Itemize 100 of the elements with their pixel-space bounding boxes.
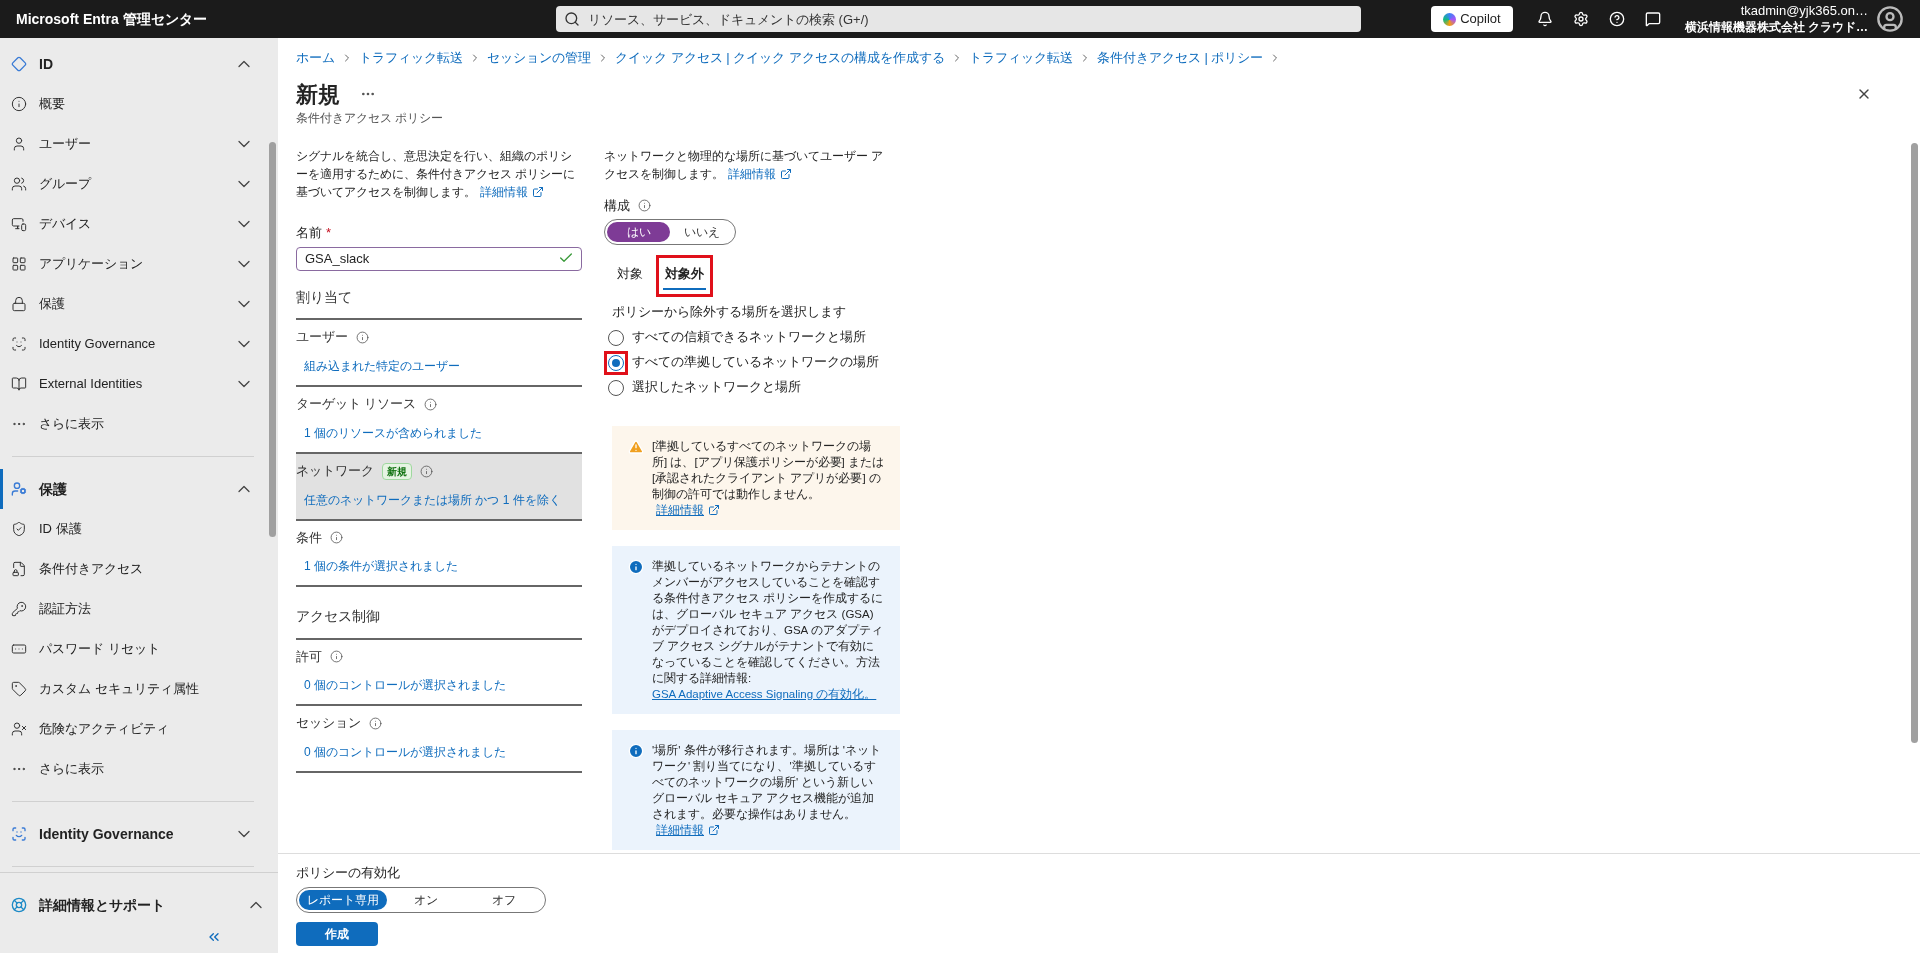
tab[interactable]: 対象 [615, 262, 645, 290]
learn-more-link[interactable]: 詳細情報 [480, 182, 544, 201]
info-icon[interactable] [420, 464, 433, 478]
assignment-row[interactable]: セッション 0 個のコントロールが選択されました [296, 706, 582, 773]
info-icon[interactable] [330, 531, 343, 545]
app-title[interactable]: Microsoft Entra 管理センター [16, 8, 556, 30]
external-link-icon [708, 503, 720, 516]
sidebar-item-label: Identity Governance [39, 335, 157, 354]
sidebar-item-label: さらに表示 [39, 415, 105, 434]
sidebar-item[interactable]: 保護 [0, 284, 266, 324]
name-input-field[interactable]: GSA_slack [296, 246, 582, 271]
breadcrumb-link[interactable]: トラフィック転送 [968, 48, 1073, 68]
sidebar-heading[interactable]: 詳細情報とサポート [0, 881, 278, 929]
info-icon [628, 558, 644, 575]
assignment-row[interactable]: ネットワーク 新規 任意のネットワークまたは場所 かつ 1 件を除く [296, 453, 582, 521]
devices-icon [11, 216, 27, 232]
password-icon [11, 641, 27, 657]
sidebar-item[interactable]: さらに表示 [0, 749, 266, 789]
sidebar-heading[interactable]: Identity Governance [0, 814, 266, 854]
sidebar-item[interactable]: 危険なアクティビティ [0, 709, 266, 749]
info-icon[interactable] [330, 650, 343, 664]
info-icon[interactable] [638, 199, 651, 213]
new-badge: 新規 [382, 462, 412, 480]
sidebar-item[interactable]: デバイス [0, 204, 266, 244]
assignment-row[interactable]: 許可 0 個のコントロールが選択されました [296, 639, 582, 707]
person-icon [11, 136, 27, 152]
copilot-button[interactable]: Copilot [1431, 6, 1513, 32]
toggle-option[interactable]: レポート専用 [299, 889, 387, 910]
sidebar-item[interactable]: カスタム セキュリティ属性 [0, 669, 266, 709]
toggle-option[interactable]: はい [607, 222, 670, 243]
notification-icon[interactable] [1536, 11, 1553, 27]
radio-label[interactable]: 選択したネットワークと場所 [632, 378, 801, 397]
breadcrumb-link[interactable]: トラフィック転送 [359, 48, 463, 68]
sidebar-item[interactable]: アプリケーション [0, 244, 266, 284]
sidebar-item[interactable]: External Identities [0, 364, 266, 404]
page-title: 新規 [296, 80, 340, 109]
sidebar-item[interactable]: 概要 [0, 84, 266, 124]
prompt-text: ポリシーから除外する場所を選択します [611, 303, 847, 321]
breadcrumb-link[interactable]: 条件付きアクセス | ポリシー [1096, 48, 1264, 68]
row-value-link[interactable]: 任意のネットワークまたは場所 かつ 1 件を除く [296, 490, 582, 509]
sidebar-item[interactable]: 条件付きアクセス [0, 549, 266, 589]
info-icon[interactable] [356, 331, 369, 345]
learn-more-link[interactable]: 詳細情報 [728, 164, 792, 183]
sidebar-item[interactable]: さらに表示 [0, 404, 266, 444]
sidebar-item[interactable]: ID 保護 [0, 509, 266, 549]
sidebar-heading-label: 保護 [39, 479, 68, 499]
info-icon[interactable] [424, 397, 438, 411]
learn-more-link[interactable]: 詳細情報 [656, 501, 720, 518]
sidebar-item[interactable]: パスワード リセット [0, 629, 266, 669]
settings-icon[interactable] [1572, 11, 1589, 27]
warning-icon [628, 438, 644, 455]
external-link-icon [780, 167, 792, 180]
sidebar-item[interactable]: グループ [0, 164, 266, 204]
radio-label[interactable]: すべての信頼できるネットワークと場所 [632, 328, 866, 347]
required-mark: * [326, 223, 332, 242]
sidebar-item-label: グループ [39, 175, 93, 194]
sidebar-heading[interactable]: 保護 [0, 469, 266, 509]
help-icon[interactable] [1608, 11, 1625, 27]
file-lock-icon [11, 561, 27, 577]
sidebar-item[interactable]: ユーザー [0, 124, 266, 164]
search-icon [564, 11, 580, 27]
row-value-link[interactable]: 0 個のコントロールが選択されました [296, 676, 582, 695]
row-value-link[interactable]: 1 個のリソースが含められました [296, 423, 582, 442]
sidebar-item[interactable]: Identity Governance [0, 324, 266, 364]
key-icon [11, 601, 27, 617]
row-value-link[interactable]: 0 個のコントロールが選択されました [296, 743, 582, 761]
toggle-option[interactable]: いいえ [670, 222, 733, 243]
breadcrumb-link[interactable]: クイック アクセス | クイック アクセスの構成を作成する [615, 48, 945, 68]
radio-label[interactable]: すべての準拠しているネットワークの場所 [632, 353, 879, 372]
notice-text: [準拠しているすべてのネットワークの場所] は、[アプリ保護ポリシーが必要] または [承認されたクライアント アプリが必要] の制御の許可では動作しません。 詳細情報 [652, 438, 884, 518]
row-value-link[interactable]: 組み込まれた特定のユーザー [296, 357, 582, 375]
learn-more-link[interactable]: 詳細情報 [656, 821, 720, 838]
tag-icon [11, 681, 27, 697]
assignment-row[interactable]: ユーザー 組み込まれた特定のユーザー [296, 320, 582, 387]
field-label: 名前 [296, 223, 322, 242]
external-link-icon [532, 185, 544, 198]
enable-link[interactable]: GSA Adaptive Access Signaling の有効化。 [652, 685, 884, 702]
feedback-icon[interactable] [1644, 11, 1661, 27]
tab[interactable]: 対象外 [663, 262, 706, 290]
breadcrumb-link[interactable]: ホーム [296, 48, 335, 68]
create-button[interactable]: 作成 [296, 921, 378, 946]
search-field[interactable]: リソース、サービス、ドキュメントの検索 (G+/) [556, 6, 1361, 32]
avatar-icon[interactable] [1876, 5, 1904, 33]
sidebar-heading-label: 詳細情報とサポート [39, 895, 166, 915]
field-label: 構成 [604, 197, 630, 215]
breadcrumb-link[interactable]: セッションの管理 [487, 48, 591, 68]
toggle-option[interactable]: オン [387, 889, 465, 910]
toggle-option[interactable]: オフ [465, 889, 543, 910]
intro-text: ネットワークと物理的な場所に基づいてユーザー アクセスを制御します。 詳細情報 [604, 147, 885, 183]
info-icon [11, 96, 27, 112]
sidebar-item[interactable]: 認証方法 [0, 589, 266, 629]
info-icon[interactable] [369, 717, 382, 731]
scrollbar-thumb[interactable] [1910, 143, 1918, 743]
row-value-link[interactable]: 1 個の条件が選択されました [296, 557, 582, 576]
section-icon [11, 826, 27, 842]
assignment-row[interactable]: 条件 1 個の条件が選択されました [296, 520, 582, 588]
page-subtitle: 条件付きアクセス ポリシー [296, 109, 445, 127]
sidebar-heading[interactable]: ID [0, 44, 266, 84]
scrollbar-thumb[interactable] [268, 142, 276, 537]
account-name[interactable]: tkadmin@yjk365.on… [1740, 3, 1868, 20]
